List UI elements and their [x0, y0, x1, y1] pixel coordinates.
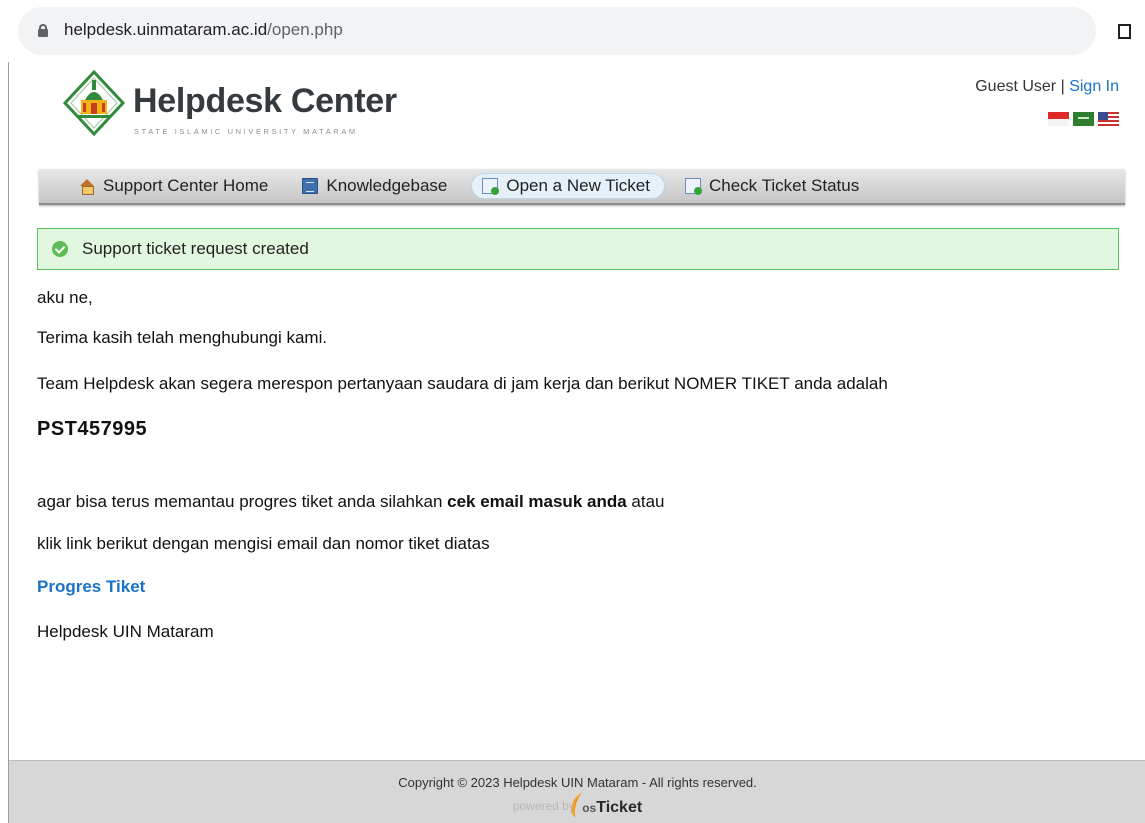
footer: Copyright © 2023 Helpdesk UIN Mataram - …: [9, 760, 1145, 823]
nav-label: Check Ticket Status: [708, 176, 860, 195]
book-icon: [302, 178, 319, 194]
logo-subtitle: STATE ISLAMIC UNIVERSITY MATARAM: [134, 127, 358, 136]
site-logo[interactable]: Helpdesk Center STATE ISLAMIC UNIVERSITY…: [61, 68, 401, 140]
copyright-text: Copyright © 2023 Helpdesk UIN Mataram - …: [398, 775, 757, 790]
success-notice: Support ticket request created: [37, 228, 1119, 270]
nav-knowledgebase[interactable]: Knowledgebase: [292, 173, 461, 199]
indonesia-flag-icon[interactable]: [1048, 112, 1069, 126]
monitor-suffix: atau: [626, 492, 665, 511]
ticket-status-icon: [684, 178, 702, 195]
signature: Helpdesk UIN Mataram: [37, 622, 214, 641]
window-restore-icon[interactable]: [1118, 24, 1131, 39]
powered-by-label: powered by: [512, 799, 575, 813]
helpdesk-logo-icon: [62, 70, 126, 136]
saudi-arabia-flag-icon[interactable]: [1073, 112, 1094, 126]
nav-support-center-home[interactable]: Support Center Home: [69, 173, 282, 199]
greeting: aku ne,: [37, 288, 93, 307]
language-flags: [1044, 112, 1119, 126]
url-domain: helpdesk.uinmataram.ac.id: [64, 20, 268, 39]
logo-title: Helpdesk Center: [133, 82, 397, 120]
address-bar[interactable]: helpdesk.uinmataram.ac.id/open.php: [18, 7, 1096, 55]
user-info: Guest User | Sign In: [975, 78, 1119, 96]
nav-check-ticket-status[interactable]: Check Ticket Status: [675, 173, 873, 199]
nav-label: Knowledgebase: [326, 176, 448, 195]
user-separator: |: [1056, 78, 1070, 95]
url-path: /open.php: [267, 20, 343, 39]
monitor-text: agar bisa terus memantau progres tiket a…: [37, 492, 664, 512]
nav-label: Support Center Home: [103, 176, 269, 195]
url-text[interactable]: helpdesk.uinmataram.ac.id/open.php: [64, 20, 343, 40]
check-circle-icon: [52, 241, 68, 257]
progress-ticket-link[interactable]: Progres Tiket: [37, 577, 145, 596]
new-ticket-icon: [482, 178, 500, 195]
nav-open-new-ticket[interactable]: Open a New Ticket: [471, 173, 665, 199]
ticket-number: PST457995: [37, 418, 148, 440]
lock-icon[interactable]: [38, 24, 48, 37]
browser-toolbar: helpdesk.uinmataram.ac.id/open.php: [0, 0, 1145, 62]
link-instruction: klik link berikut dengan mengisi email d…: [37, 534, 490, 553]
guest-user-label: Guest User: [975, 78, 1057, 95]
nav-label: Open a New Ticket: [506, 176, 650, 195]
usa-flag-icon[interactable]: [1098, 112, 1119, 126]
osticket-logo[interactable]: osTicket: [568, 793, 643, 817]
osticket-ticket: Ticket: [596, 799, 643, 816]
home-icon: [79, 178, 95, 195]
sign-in-link[interactable]: Sign In: [1069, 78, 1119, 95]
monitor-prefix: agar bisa terus memantau progres tiket a…: [37, 492, 448, 511]
page: Helpdesk Center STATE ISLAMIC UNIVERSITY…: [8, 62, 1145, 823]
main-nav: Support Center Home Knowledgebase Open a…: [39, 169, 1125, 205]
response-text: Team Helpdesk akan segera merespon perta…: [37, 374, 888, 393]
monitor-bold: cek email masuk anda: [447, 492, 627, 511]
powered-by[interactable]: powered by osTicket: [9, 793, 1145, 817]
notice-text: Support ticket request created: [82, 239, 309, 258]
thanks-text: Terima kasih telah menghubungi kami.: [37, 328, 328, 347]
